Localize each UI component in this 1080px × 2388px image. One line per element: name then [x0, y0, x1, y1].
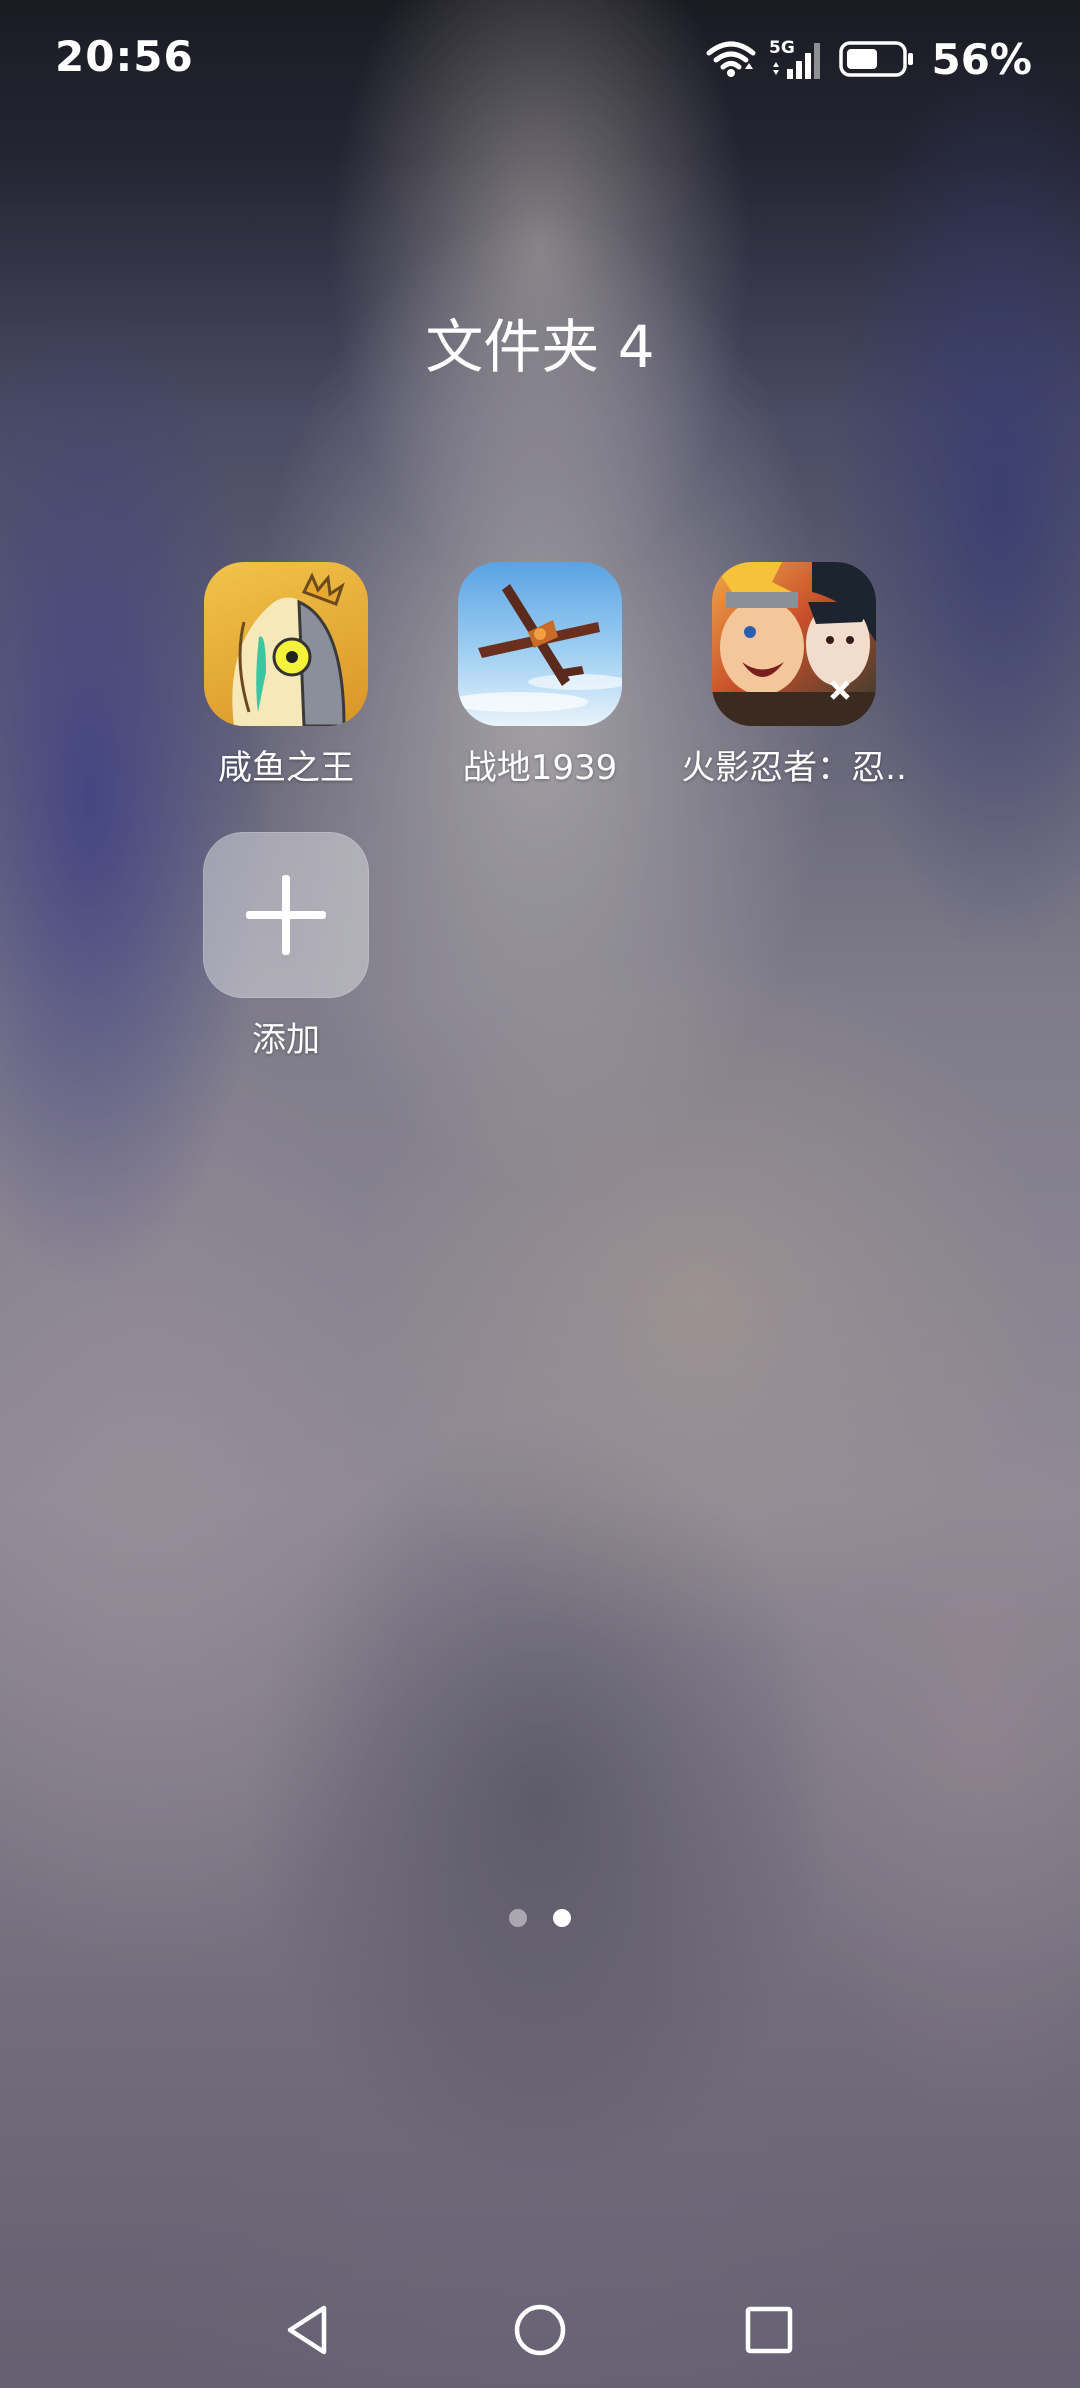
battery-percentage: 56% [931, 34, 1032, 84]
recents-icon [745, 2306, 793, 2354]
page-dot-1[interactable] [509, 1909, 527, 1927]
app-label: 咸鱼之王 [218, 748, 354, 788]
back-button[interactable] [270, 2290, 350, 2370]
home-button[interactable] [500, 2290, 580, 2370]
salted-fish-king-app-icon[interactable] [204, 562, 368, 726]
cellular-signal-icon: 5G [769, 37, 827, 81]
page-dot-2-active[interactable] [553, 1909, 571, 1927]
plus-icon [246, 875, 326, 955]
back-icon [287, 2305, 327, 2355]
add-app-button[interactable]: 添加 [156, 832, 416, 1061]
app-naruto[interactable]: 火影忍者：忍.. [664, 562, 924, 789]
app-label: 战地1939 [462, 748, 618, 788]
battery-icon [839, 41, 915, 77]
add-app-tile[interactable] [203, 832, 369, 998]
folder-title[interactable]: 文件夹 4 [0, 300, 1080, 384]
add-app-label: 添加 [252, 1020, 320, 1060]
network-type-label: 5G [769, 38, 795, 58]
status-bar: 20:56 5G 56% [0, 0, 1080, 120]
status-icons: 5G 56% [705, 34, 1032, 84]
wifi-icon [705, 39, 757, 79]
battlefield-1939-app-icon[interactable] [458, 562, 622, 726]
home-icon [514, 2304, 566, 2356]
naruto-app-icon[interactable] [712, 562, 876, 726]
app-label: 火影忍者：忍.. [681, 748, 907, 788]
page-indicator [0, 1909, 1080, 1927]
app-salted-fish-king[interactable]: 咸鱼之王 [156, 562, 416, 789]
recents-button[interactable] [729, 2290, 809, 2370]
navigation-bar [0, 2290, 1080, 2370]
status-time: 20:56 [55, 32, 194, 81]
app-battlefield-1939[interactable]: 战地1939 [410, 562, 670, 789]
home-screen: 20:56 5G 56% 文件夹 4 咸鱼之王 战地1939 火影忍者：忍.. … [0, 0, 1080, 2388]
